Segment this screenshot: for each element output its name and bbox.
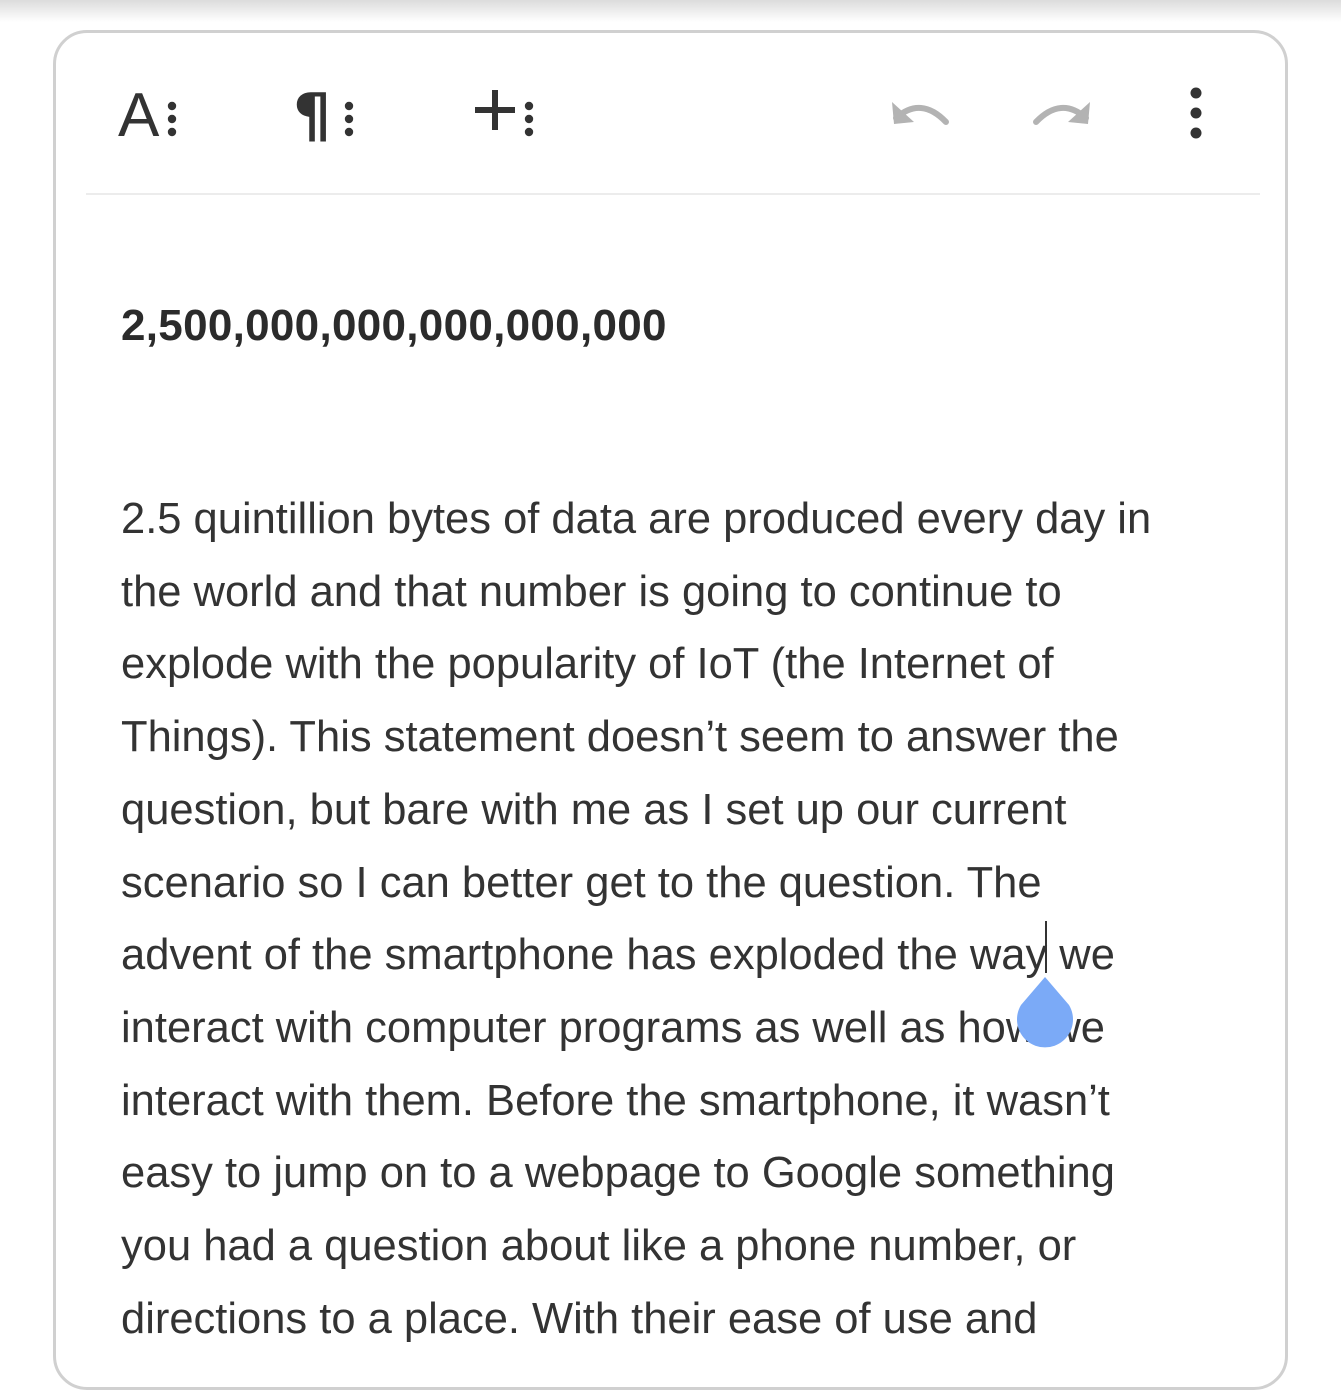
redo-button[interactable] bbox=[1026, 73, 1096, 153]
paragraph-line: question, but bare with me as I set up o… bbox=[121, 785, 1067, 834]
paragraph-line: explode with the popularity of IoT (the … bbox=[121, 640, 1054, 689]
svg-text:¶: ¶ bbox=[293, 81, 331, 148]
insert-button[interactable] bbox=[471, 73, 541, 153]
more-options-button[interactable] bbox=[1171, 73, 1221, 153]
paragraph-format-icon: ¶ bbox=[293, 81, 354, 148]
paragraph-line: easy to jump on to a webpage to Google s… bbox=[121, 1149, 1115, 1198]
document-heading[interactable]: 2,500,000,000,000,000,000 bbox=[121, 301, 667, 351]
text-format-icon: A bbox=[118, 81, 177, 148]
document-paragraph[interactable]: 2.5 quintillion bytes of data are produc… bbox=[121, 483, 1221, 1355]
editor-card: A ¶ 2,500,000,000,000,000,000 2.5 quinti… bbox=[53, 30, 1288, 1390]
text-format-button[interactable]: A bbox=[116, 73, 186, 153]
paragraph-line: interact with them. Before the smartphon… bbox=[121, 1076, 1110, 1125]
insert-icon bbox=[475, 90, 534, 137]
paragraph-line: 2.5 quintillion bytes of data are produc… bbox=[121, 495, 1152, 543]
paragraph-format-button[interactable]: ¶ bbox=[291, 73, 361, 153]
editor-toolbar: A ¶ bbox=[86, 33, 1260, 195]
paragraph-line: the world and that number is going to co… bbox=[121, 567, 1062, 616]
cursor-handle-icon[interactable] bbox=[1014, 975, 1076, 1053]
redo-icon bbox=[1033, 102, 1090, 125]
paragraph-line: Things). This statement doesn’t seem to … bbox=[121, 713, 1119, 762]
paragraph-line: scenario so I can better get to the ques… bbox=[121, 858, 1042, 907]
app-bar-shadow bbox=[0, 0, 1341, 22]
svg-text:A: A bbox=[118, 81, 160, 148]
text-cursor bbox=[1045, 921, 1047, 973]
paragraph-line: directions to a place. With their ease o… bbox=[121, 1294, 1038, 1343]
undo-button[interactable] bbox=[886, 73, 956, 153]
paragraph-line: you had a question about like a phone nu… bbox=[121, 1222, 1077, 1271]
more-options-icon bbox=[1190, 87, 1202, 139]
undo-icon bbox=[892, 102, 949, 125]
